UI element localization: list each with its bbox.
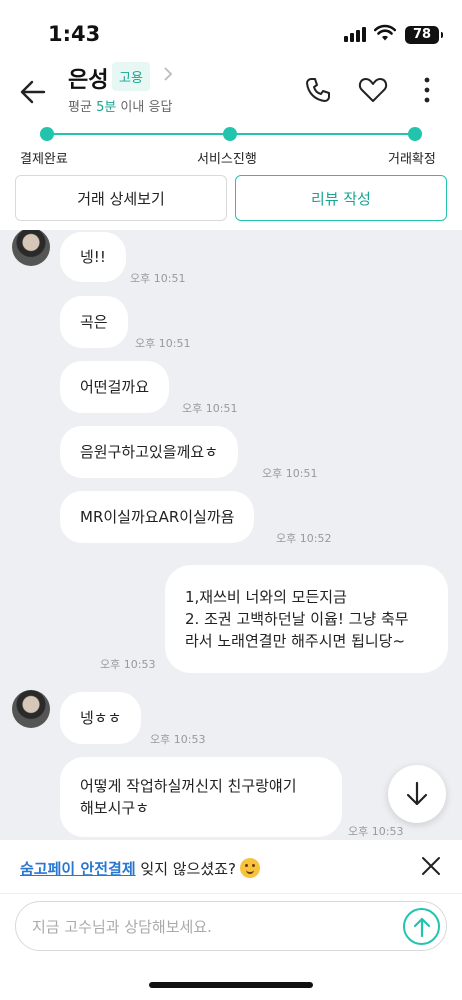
arrow-up-icon [413,917,430,937]
message-time: 오후 10:53 [150,733,206,746]
progress-dot-2 [223,127,237,141]
avatar[interactable] [12,690,50,728]
message-input-box [15,901,447,951]
message-bubble: 어떤걸까요 [60,361,170,413]
response-time: 평균 5분 이내 응답 [68,100,173,115]
wink-emoji-icon [239,858,260,878]
close-icon[interactable] [420,855,442,877]
safe-payment-banner: 숨고페이 안전결제 잊지 않으셨죠? [0,840,462,894]
home-indicator [149,982,313,988]
message-bubble: 어떻게 작업하실꺼신지 친구랑얘기 해보시구ㅎ [60,757,342,837]
battery-icon: 78 [405,26,443,44]
message-time: 오후 10:52 [276,532,332,545]
partner-name[interactable]: 은성 [68,62,108,94]
more-vertical-icon[interactable] [422,76,432,104]
chat-area[interactable]: 넹!! 오후 10:51 곡은 오후 10:51 어떤걸까요 오후 10:51 … [0,230,462,840]
chat-header: 은성 고용 평균 5분 이내 응답 [0,56,462,126]
message-input[interactable] [32,915,392,939]
message-time: 오후 10:51 [262,467,318,480]
send-button[interactable] [403,908,440,945]
my-message-bubble: 1,재쓰비 너와의 모든지금 2. 조권 고백하던날 이윱! 그냥 축무 라서 … [165,565,448,673]
chevron-right-icon[interactable] [162,66,174,82]
status-time: 1:43 [48,22,101,46]
progress-step-paid: 결제완료 [20,152,68,167]
progress-step-confirmed: 거래확정 [388,152,436,167]
arrow-down-icon [406,781,428,806]
arrow-left-icon[interactable] [18,78,48,106]
message-time: 오후 10:51 [182,402,238,415]
message-time: 오후 10:53 [348,825,404,838]
hire-badge: 고용 [112,62,150,91]
deal-detail-button[interactable]: 거래 상세보기 [15,175,227,221]
safe-payment-link[interactable]: 숨고페이 안전결제 [20,860,136,878]
progress-step-in-service: 서비스진행 [197,152,257,167]
avatar[interactable] [12,230,50,266]
write-review-button[interactable]: 리뷰 작성 [235,175,447,221]
message-bubble: 넹ㅎㅎ [60,692,142,744]
status-bar: 1:43 78 [0,0,462,56]
message-bubble: 넹!! [60,232,126,282]
message-time: 오후 10:51 [135,337,191,350]
signal-icon [344,27,366,42]
message-bubble: MR이실까요AR이실까욤 [60,491,255,543]
progress-dot-1 [40,127,54,141]
banner-text: 잊지 않으셨죠? [135,860,236,878]
message-bubble: 곡은 [60,296,128,348]
deal-progress: 결제완료 서비스진행 거래확정 [0,126,462,170]
message-time: 오후 10:53 [100,658,156,671]
wifi-icon [374,24,396,41]
message-time: 오후 10:51 [130,272,186,285]
phone-icon[interactable] [304,76,332,104]
progress-dot-3 [408,127,422,141]
heart-icon[interactable] [358,76,388,104]
scroll-to-bottom-button[interactable] [388,765,446,823]
message-bubble: 음원구하고있을께요ㅎ [60,426,239,478]
